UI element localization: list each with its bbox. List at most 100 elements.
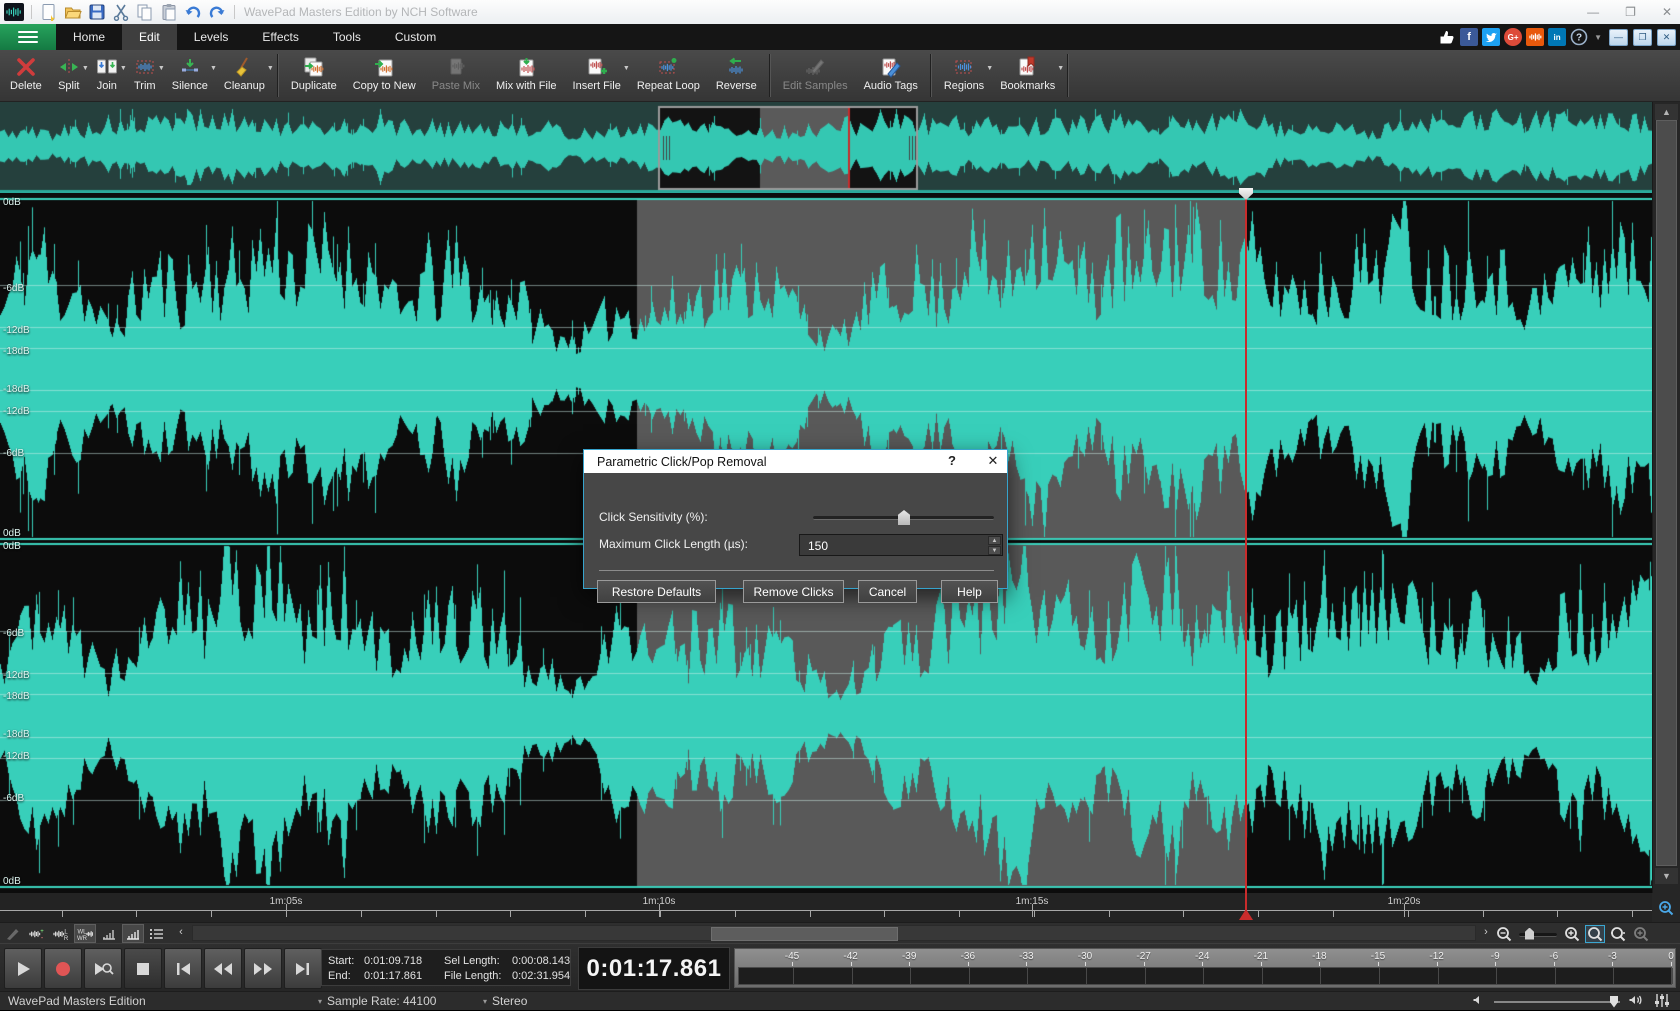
horizontal-scrollbar[interactable] <box>192 925 1476 941</box>
scroll-down-icon[interactable]: ▼ <box>1655 868 1678 884</box>
twitter-icon[interactable] <box>1482 28 1500 46</box>
scroll-up-icon[interactable]: ▲ <box>1655 104 1678 120</box>
dialog-help-button[interactable]: ? <box>944 453 960 468</box>
vertical-scrollbar-thumb[interactable] <box>1656 120 1677 866</box>
delete-button[interactable]: Delete <box>2 50 50 101</box>
copy-to-new-button[interactable]: Copy to New <box>345 50 424 101</box>
redo-icon[interactable] <box>207 2 227 22</box>
new-file-icon[interactable] <box>39 2 59 22</box>
audio-tags-button[interactable]: Audio Tags <box>856 50 926 101</box>
mix-with-file-button[interactable]: Mix with File <box>488 50 565 101</box>
tab-effects[interactable]: Effects <box>245 24 315 50</box>
stop-button[interactable] <box>124 948 162 989</box>
bookmarks-button[interactable]: Bookmarks▼ <box>992 50 1063 101</box>
wave-lr-tool-icon[interactable]: LR <box>50 924 72 943</box>
play-button[interactable] <box>4 948 42 989</box>
zoom-in-icon[interactable] <box>1562 925 1582 943</box>
cancel-button[interactable]: Cancel <box>858 580 917 603</box>
cleanup-button[interactable]: Cleanup▼ <box>216 50 273 101</box>
overview-strip[interactable] <box>0 102 1652 193</box>
tab-custom[interactable]: Custom <box>378 24 453 50</box>
restore-window-icon[interactable]: ❐ <box>1625 0 1636 24</box>
playback-cursor-line[interactable] <box>1245 188 1247 920</box>
zoom-bars2-tool-icon[interactable] <box>122 924 144 943</box>
tab-levels[interactable]: Levels <box>177 24 246 50</box>
draw-tool-icon[interactable] <box>2 924 24 943</box>
fast-forward-button[interactable] <box>244 948 282 989</box>
sample-rate-selector[interactable]: ▾Sample Rate: 44100 <box>318 994 436 1008</box>
split-button[interactable]: Split▼ <box>50 50 88 101</box>
trim-button[interactable]: Trim▼ <box>126 50 164 101</box>
wave-plusminus-tool-icon[interactable]: +- <box>26 924 48 943</box>
speaker-min-icon[interactable] <box>1472 993 1486 1010</box>
like-icon[interactable] <box>1438 28 1456 46</box>
horizontal-scrollbar-thumb[interactable] <box>711 927 898 941</box>
levels-mixer-icon[interactable] <box>1654 993 1670 1011</box>
overview-waveform-canvas[interactable] <box>0 102 1652 193</box>
vertical-zoom-in-button[interactable] <box>1652 893 1680 922</box>
spin-up-icon[interactable]: ▲ <box>988 536 1001 545</box>
volume-slider-thumb[interactable] <box>1610 996 1618 1008</box>
max-click-length-input[interactable] <box>800 535 990 557</box>
linkedin-icon[interactable]: in <box>1548 28 1566 46</box>
paste-icon[interactable] <box>159 2 179 22</box>
silence-button[interactable]: Silence▼ <box>164 50 216 101</box>
remove-clicks-button[interactable]: Remove Clicks <box>743 580 844 603</box>
close-window-icon[interactable]: ✕ <box>1662 0 1672 24</box>
spin-down-icon[interactable]: ▼ <box>988 546 1001 555</box>
menu-hamburger-button[interactable] <box>0 24 56 50</box>
play-selection-button[interactable] <box>84 948 122 989</box>
record-button[interactable] <box>44 948 82 989</box>
nch-icon[interactable] <box>1526 28 1544 46</box>
help-icon[interactable]: ? <box>1570 28 1588 46</box>
restore-app-icon[interactable]: ❐ <box>1633 29 1652 46</box>
click-sensitivity-slider[interactable] <box>813 509 994 525</box>
open-file-icon[interactable] <box>63 2 83 22</box>
tab-tools[interactable]: Tools <box>316 24 378 50</box>
join-button[interactable]: Join▼ <box>88 50 126 101</box>
wave-wwlr-tool-icon[interactable]: WLWR <box>74 924 96 943</box>
channel-mode-selector[interactable]: ▾Stereo <box>483 994 527 1008</box>
reverse-button[interactable]: Reverse <box>708 50 765 101</box>
go-end-button[interactable] <box>284 948 322 989</box>
volume-slider[interactable] <box>1494 1001 1620 1003</box>
copy-icon[interactable] <box>135 2 155 22</box>
tab-home[interactable]: Home <box>56 24 122 50</box>
rewind-button[interactable] <box>204 948 242 989</box>
zoom-fit-icon[interactable] <box>1608 925 1628 943</box>
insert-file-button[interactable]: Insert File▼ <box>565 50 629 101</box>
vertical-scrollbar[interactable]: ▲ ▼ <box>1652 102 1680 893</box>
minimize-app-icon[interactable]: — <box>1609 29 1628 46</box>
slider-thumb[interactable] <box>898 510 910 525</box>
googleplus-icon[interactable]: G+ <box>1504 28 1522 46</box>
duplicate-button[interactable]: Duplicate <box>283 50 345 101</box>
options-list-tool-icon[interactable] <box>146 924 168 943</box>
repeat-loop-button[interactable]: Repeat Loop <box>629 50 708 101</box>
save-file-icon[interactable] <box>87 2 107 22</box>
chevron-down-icon[interactable]: ▼ <box>267 65 274 72</box>
zoom-out-icon[interactable] <box>1494 925 1514 943</box>
facebook-icon[interactable]: f <box>1460 28 1478 46</box>
chevron-down-icon[interactable]: ▼ <box>1057 65 1064 72</box>
cut-icon[interactable] <box>111 2 131 22</box>
help-dropdown-icon[interactable]: ▼ <box>1594 33 1602 42</box>
minimize-window-icon[interactable]: — <box>1587 0 1599 24</box>
zoom-slider[interactable] <box>1517 925 1559 943</box>
restore-defaults-button[interactable]: Restore Defaults <box>597 580 716 603</box>
undo-icon[interactable] <box>183 2 203 22</box>
ruler-minor-tick <box>136 910 137 917</box>
zoom-selection-icon[interactable] <box>1585 925 1605 943</box>
speaker-loud-icon[interactable] <box>1628 993 1646 1010</box>
scroll-left-icon[interactable]: ‹ <box>174 926 188 938</box>
tab-edit[interactable]: Edit <box>122 24 177 50</box>
dialog-close-icon[interactable]: ✕ <box>984 453 1002 469</box>
regions-button[interactable]: Regions▼ <box>936 50 992 101</box>
zoom-vertical-icon[interactable] <box>1631 925 1651 943</box>
app-name: WavePad Masters Edition <box>8 994 146 1008</box>
close-app-icon[interactable]: ✕ <box>1657 29 1676 46</box>
go-start-button[interactable] <box>164 948 202 989</box>
zoom-bars-tool-icon[interactable] <box>98 924 120 943</box>
scroll-right-icon[interactable]: › <box>1479 926 1493 938</box>
help-button[interactable]: Help <box>941 580 998 603</box>
time-ruler[interactable]: 1m:05s1m:10s1m:15s1m:20s <box>0 893 1652 922</box>
